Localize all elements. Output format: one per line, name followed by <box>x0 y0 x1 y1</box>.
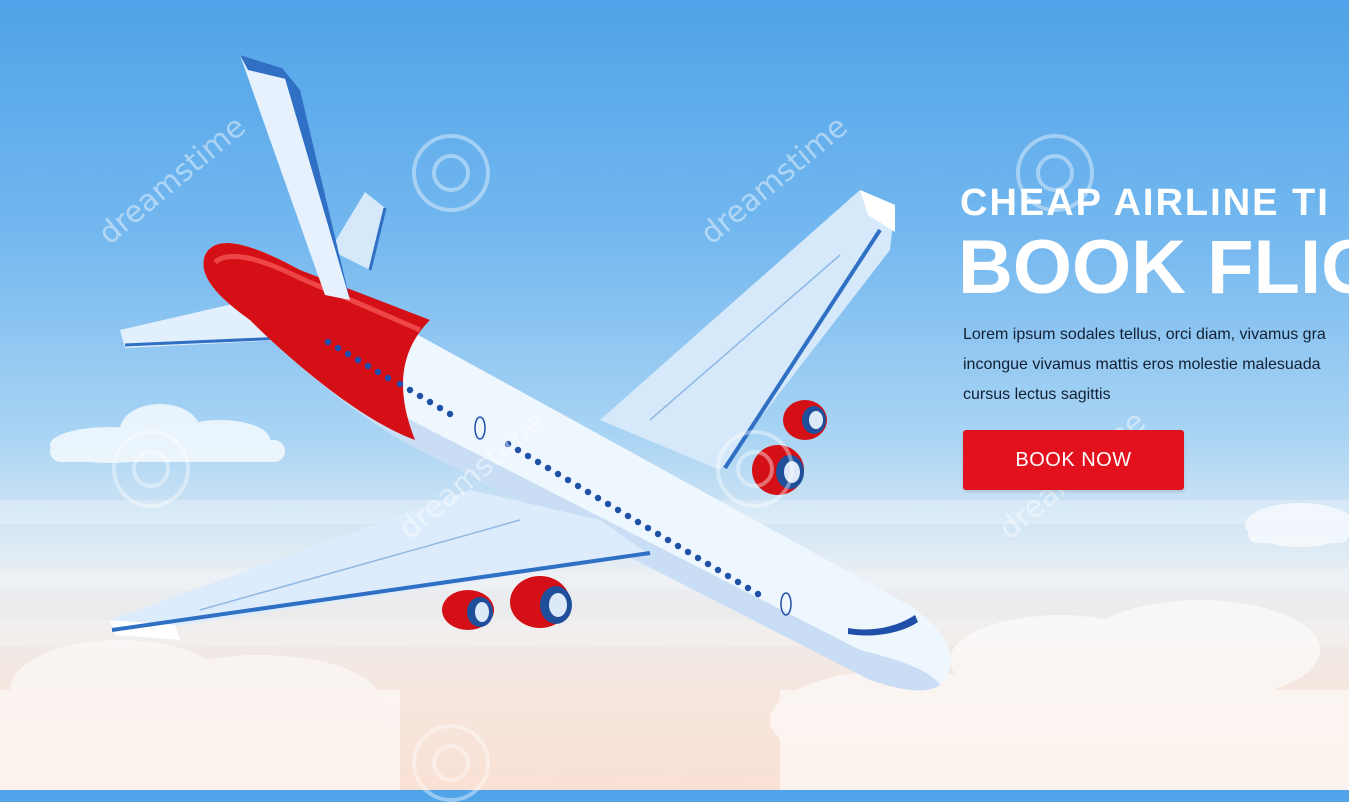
watermark-logo-icon <box>412 724 490 802</box>
flight-booking-banner: dreamstime dreamstime dreamstime dreamst… <box>0 0 1349 802</box>
body-line: incongue vivamus mattis eros molestie ma… <box>963 356 1321 373</box>
body-line: cursus lectus sagittis <box>963 386 1111 403</box>
book-now-button[interactable]: BOOK NOW <box>963 430 1184 490</box>
watermark-logo-icon <box>716 430 794 508</box>
far-engine-1 <box>783 400 827 440</box>
far-wing <box>600 190 895 470</box>
watermark-logo-icon <box>112 430 190 508</box>
body-copy: Lorem ipsum sodales tellus, orci diam, v… <box>963 320 1326 410</box>
near-engine-1 <box>442 590 494 630</box>
cloud-bottom-left <box>0 640 400 790</box>
headline-main: BOOK FLIG <box>958 225 1349 310</box>
watermark-logo-icon <box>412 134 490 212</box>
body-line: Lorem ipsum sodales tellus, orci diam, v… <box>963 326 1326 343</box>
headline-top: CHEAP AIRLINE TI <box>960 182 1330 224</box>
